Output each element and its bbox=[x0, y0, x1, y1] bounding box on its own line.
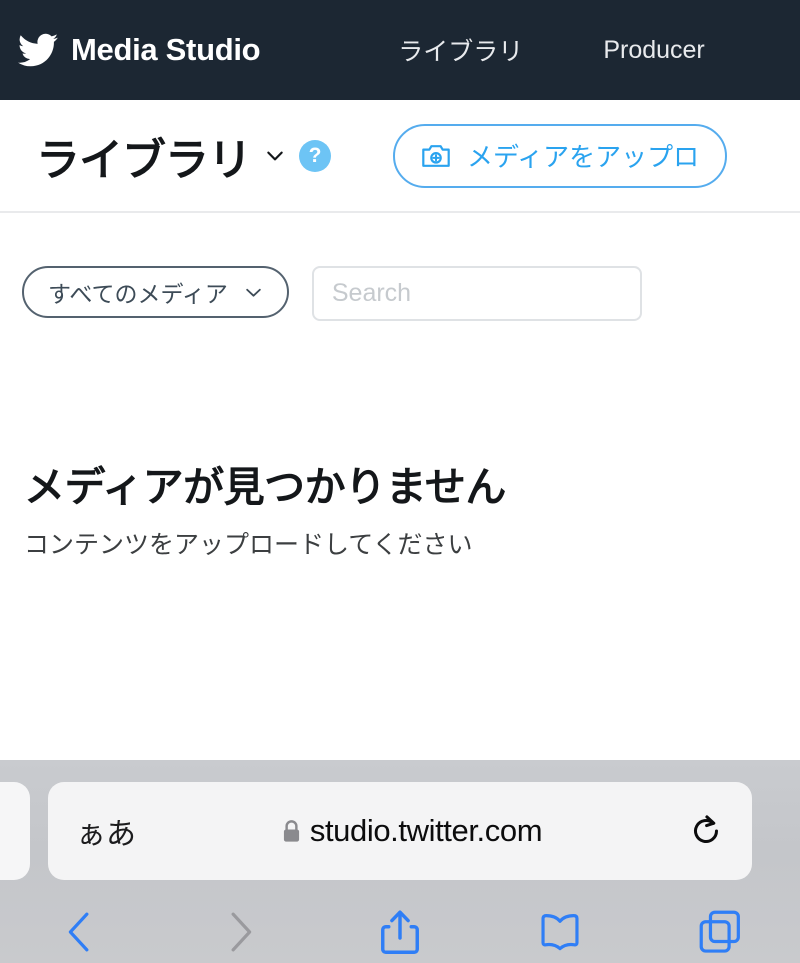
upload-media-label: メディアをアップロ bbox=[467, 142, 700, 172]
upload-media-button[interactable]: メディアをアップロ bbox=[393, 123, 728, 188]
chevron-left-icon bbox=[68, 912, 89, 952]
book-icon bbox=[541, 914, 579, 951]
back-button[interactable] bbox=[0, 901, 160, 963]
browser-chrome: ぁあ studio.twitter.com bbox=[0, 760, 800, 963]
chevron-down-icon bbox=[246, 288, 261, 297]
media-filter-label: すべてのメディア bbox=[48, 281, 228, 307]
bookmarks-button[interactable] bbox=[480, 901, 640, 963]
browser-window: Media Studio ライブラリ Producer ライブラリ ? メディア… bbox=[0, 0, 800, 963]
share-icon bbox=[381, 910, 419, 954]
camera-plus-icon bbox=[422, 144, 450, 167]
page-header: ライブラリ ? メディアをアップロ bbox=[0, 100, 800, 213]
tabs-button[interactable] bbox=[640, 901, 800, 963]
filter-row: すべてのメディア bbox=[0, 213, 800, 368]
brand-logo[interactable]: Media Studio bbox=[18, 30, 261, 70]
lock-icon bbox=[283, 819, 299, 842]
nav-links: ライブラリ Producer bbox=[398, 32, 704, 68]
empty-state: メディアが見つかりません コンテンツをアップロードしてください bbox=[24, 453, 764, 561]
reload-icon[interactable] bbox=[688, 813, 724, 849]
twitter-bird-icon bbox=[18, 33, 58, 67]
search-input[interactable] bbox=[311, 266, 642, 321]
nav-link-producer[interactable]: Producer bbox=[603, 36, 704, 65]
page-title: ライブラリ bbox=[36, 135, 252, 185]
nav-link-library[interactable]: ライブラリ bbox=[398, 32, 523, 68]
forward-button[interactable] bbox=[160, 901, 320, 963]
help-badge[interactable]: ? bbox=[299, 139, 331, 172]
chevron-down-icon[interactable] bbox=[265, 146, 285, 166]
text-size-button[interactable]: ぁあ bbox=[76, 809, 136, 853]
media-filter-dropdown[interactable]: すべてのメディア bbox=[22, 266, 289, 318]
top-navbar: Media Studio ライブラリ Producer bbox=[0, 0, 800, 100]
chevron-right-icon bbox=[231, 912, 252, 952]
url-text: studio.twitter.com bbox=[309, 813, 543, 848]
share-button[interactable] bbox=[320, 901, 480, 963]
brand-name: Media Studio bbox=[71, 32, 261, 67]
adjacent-tab-peek[interactable] bbox=[0, 782, 30, 880]
empty-state-subtitle: コンテンツをアップロードしてください bbox=[24, 531, 473, 559]
url-bar[interactable]: ぁあ studio.twitter.com bbox=[48, 782, 752, 880]
empty-state-title: メディアが見つかりません bbox=[24, 464, 506, 510]
url-display[interactable]: studio.twitter.com bbox=[136, 813, 688, 849]
browser-toolbar bbox=[0, 901, 800, 963]
tabs-icon bbox=[699, 910, 740, 953]
